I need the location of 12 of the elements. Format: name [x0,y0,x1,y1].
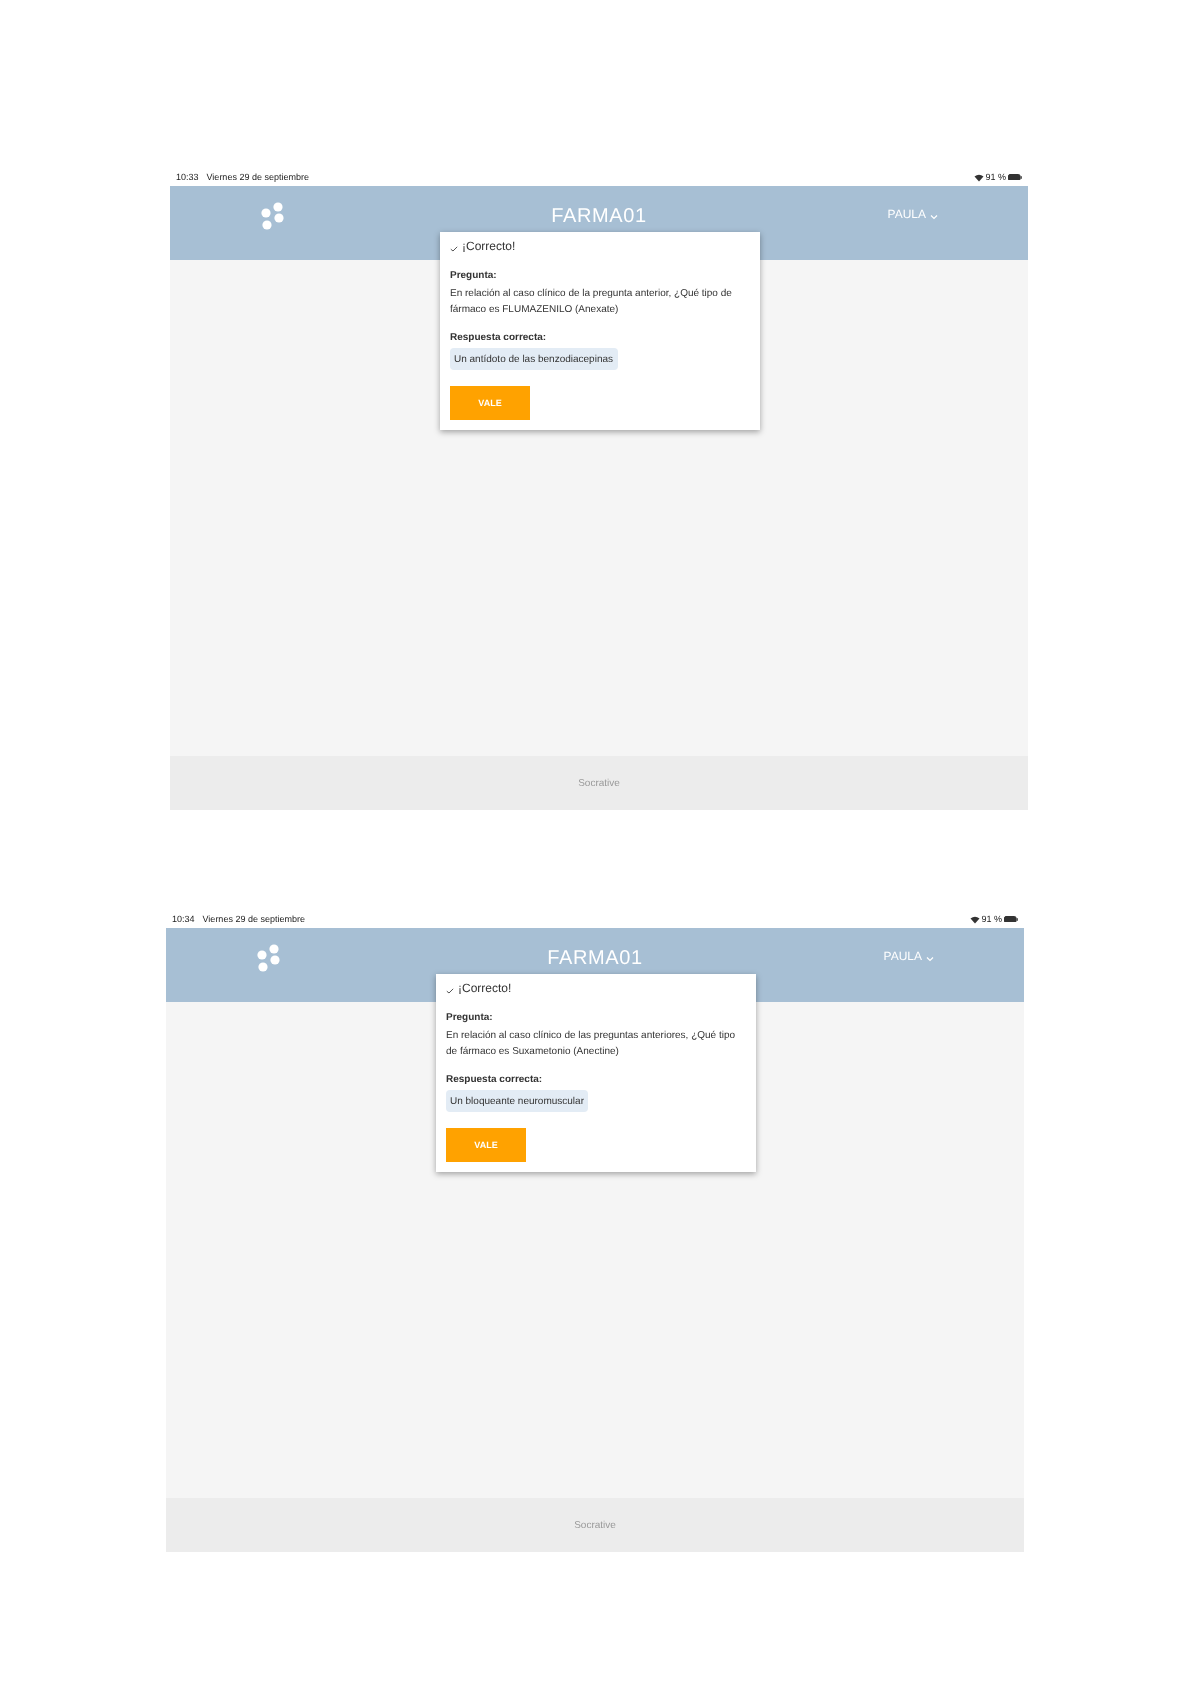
app-title: FARMA01 [551,206,647,228]
battery-icon [1008,173,1022,181]
battery-icon [1004,915,1018,923]
logo-icon [260,202,288,230]
caret-icon [930,213,938,219]
wifi-icon [973,173,984,181]
check-icon [446,987,454,993]
check-icon [450,245,458,251]
logo-icon [256,944,284,972]
caret-icon [926,955,934,961]
app-title: FARMA01 [547,948,643,970]
wifi-icon [969,915,980,923]
